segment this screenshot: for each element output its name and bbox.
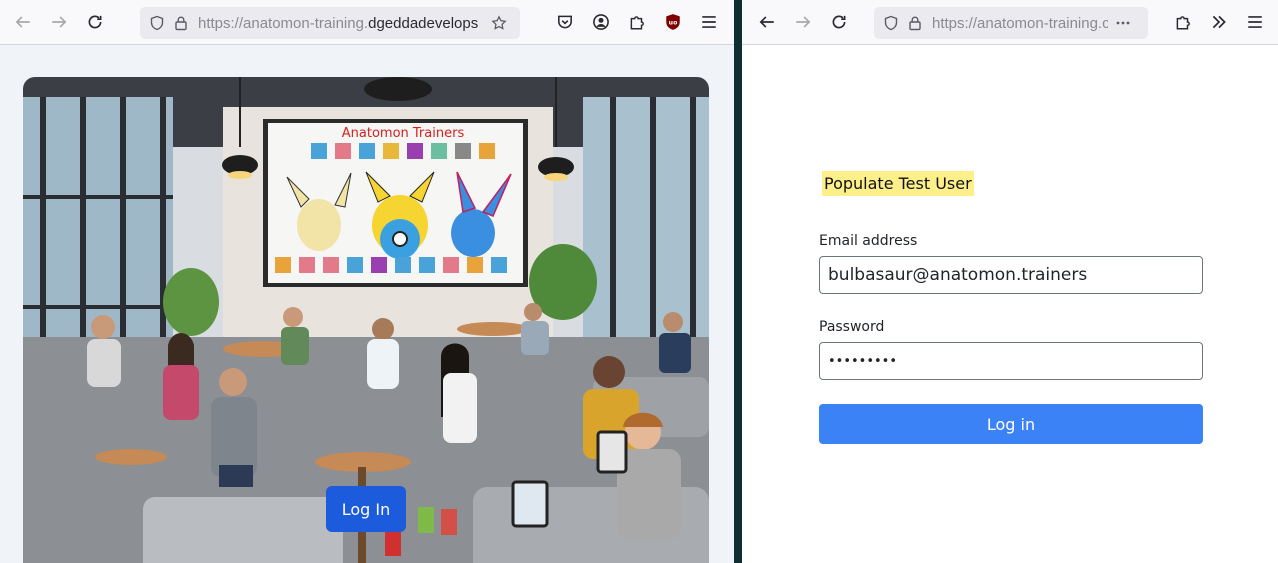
forward-arrow-icon[interactable] xyxy=(45,8,73,36)
password-value: ••••••••• xyxy=(828,353,898,369)
forward-arrow-icon[interactable] xyxy=(789,8,817,36)
hero-image: Anatomon Trainers Log In xyxy=(23,77,709,563)
navigation-toolbar: https://anatomon-training.c xyxy=(742,0,1278,45)
hamburger-menu-icon[interactable] xyxy=(1241,8,1269,36)
puzzle-icon[interactable] xyxy=(1169,8,1197,36)
back-arrow-icon[interactable] xyxy=(753,8,781,36)
navigation-toolbar: https://anatomon-training.dgeddadevelops… xyxy=(0,0,734,45)
url-text[interactable]: https://anatomon-training.c xyxy=(932,15,1108,32)
password-field[interactable]: ••••••••• xyxy=(819,342,1203,380)
lock-icon[interactable] xyxy=(904,12,926,34)
url-bar[interactable]: https://anatomon-training.c xyxy=(874,7,1148,39)
email-label: Email address xyxy=(819,233,918,249)
reload-icon[interactable] xyxy=(825,8,853,36)
pocket-icon[interactable] xyxy=(551,8,579,36)
account-icon[interactable] xyxy=(587,8,615,36)
right-browser-window: https://anatomon-training.c Populate Tes… xyxy=(742,0,1278,563)
hamburger-menu-icon[interactable] xyxy=(695,8,723,36)
shield-icon[interactable] xyxy=(146,12,168,34)
lock-icon[interactable] xyxy=(170,12,192,34)
back-arrow-icon[interactable] xyxy=(9,8,37,36)
url-bar[interactable]: https://anatomon-training.dgeddadevelops xyxy=(140,7,520,39)
puzzle-icon[interactable] xyxy=(623,8,651,36)
hero-login-button[interactable]: Log In xyxy=(326,486,406,532)
window-divider xyxy=(734,0,742,563)
svg-text:uo: uo xyxy=(669,20,678,27)
populate-test-user-button[interactable]: Populate Test User xyxy=(822,171,974,196)
email-field[interactable]: bulbasaur@anatomon.trainers xyxy=(819,256,1203,294)
email-value: bulbasaur@anatomon.trainers xyxy=(828,265,1088,285)
chevrons-right-icon[interactable] xyxy=(1205,8,1233,36)
star-icon[interactable] xyxy=(488,12,510,34)
more-dots-icon[interactable] xyxy=(1112,12,1134,34)
password-label: Password xyxy=(819,319,885,335)
url-text[interactable]: https://anatomon-training.dgeddadevelops xyxy=(198,15,484,32)
shield-icon[interactable] xyxy=(880,12,902,34)
ublock-icon[interactable]: uo xyxy=(659,8,687,36)
left-browser-window: https://anatomon-training.dgeddadevelops… xyxy=(0,0,734,563)
login-button[interactable]: Log in xyxy=(819,404,1203,444)
reload-icon[interactable] xyxy=(81,8,109,36)
poster-title: Anatomon Trainers xyxy=(342,126,465,141)
